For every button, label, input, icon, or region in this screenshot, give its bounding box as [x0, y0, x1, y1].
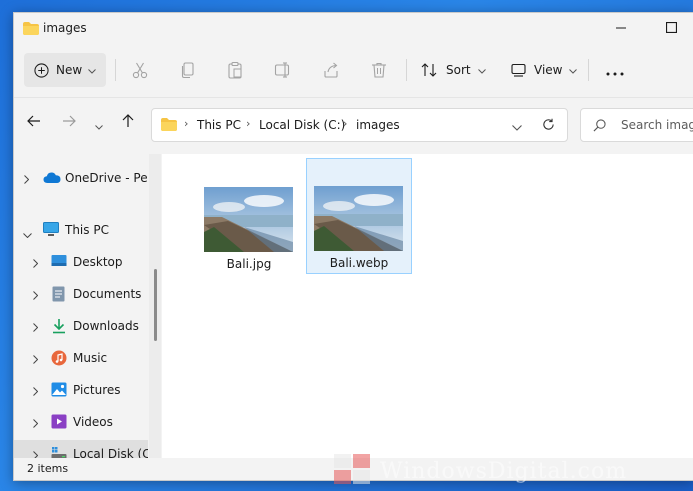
nav-item-onedrive[interactable]: OneDrive - Pers: [14, 164, 148, 192]
window-title: images: [43, 21, 87, 35]
breadcrumb-images[interactable]: images: [356, 118, 400, 132]
file-explorer-window: images New Sort View › This PC › Local D…: [13, 12, 693, 481]
watermark-text: WindowsDigital.com: [380, 459, 628, 484]
maximize-icon: [665, 21, 677, 36]
watermark: WindowsDigital.com: [332, 450, 690, 490]
view-button-label: View: [534, 63, 563, 77]
toolbar-divider: [588, 59, 589, 81]
toolbar-divider: [406, 59, 407, 81]
downloads-icon: [52, 318, 68, 334]
nav-item-music[interactable]: Music: [14, 344, 148, 372]
navigation-pane-scrollbar[interactable]: [149, 154, 161, 458]
navigation-row: › This PC › Local Disk (C:) › images Sea…: [14, 97, 693, 144]
nav-item-pictures[interactable]: Pictures: [14, 376, 148, 404]
plus-circle-icon: [34, 62, 49, 78]
nav-item-desktop[interactable]: Desktop: [14, 248, 148, 276]
sort-button-label: Sort: [446, 63, 471, 77]
minimize-button[interactable]: [598, 13, 644, 45]
breadcrumb-separator-icon: ›: [343, 117, 348, 130]
address-dropdown-icon[interactable]: [512, 120, 522, 134]
up-arrow-icon[interactable]: [122, 114, 134, 131]
copy-icon[interactable]: [179, 61, 197, 79]
minimize-icon: [616, 22, 626, 36]
maximize-button[interactable]: [648, 13, 693, 45]
chevron-right-icon[interactable]: [33, 385, 39, 399]
title-bar: images: [14, 13, 693, 45]
chevron-right-icon[interactable]: [33, 353, 39, 367]
breadcrumb-separator-icon: ›: [246, 117, 251, 130]
file-item-bali-jpg[interactable]: Bali.jpg: [196, 159, 302, 275]
nav-item-label: Videos: [73, 415, 113, 429]
sort-icon: [421, 62, 438, 78]
documents-icon: [52, 286, 68, 302]
view-icon: [511, 63, 526, 77]
videos-icon: [51, 414, 67, 430]
nav-item-videos[interactable]: Videos: [14, 408, 148, 436]
nav-item-label: OneDrive - Pers: [65, 171, 148, 185]
nav-item-label: Music: [73, 351, 108, 365]
pc-icon: [43, 222, 59, 238]
toolbar-divider: [115, 59, 116, 81]
file-name: Bali.webp: [329, 256, 389, 270]
command-bar: New Sort View: [14, 47, 693, 93]
chevron-right-icon[interactable]: [33, 289, 39, 303]
recent-locations-chevron-icon[interactable]: [95, 119, 103, 133]
chevron-right-icon[interactable]: [33, 321, 39, 335]
file-item-bali-webp[interactable]: Bali.webp: [306, 158, 412, 274]
address-bar[interactable]: › This PC › Local Disk (C:) › images: [151, 108, 568, 142]
paste-icon[interactable]: [226, 61, 244, 79]
nav-item-label: This PC: [65, 223, 109, 237]
file-list: Bali.jpg Bali.webp: [162, 154, 693, 458]
search-box[interactable]: Search images: [580, 108, 693, 142]
onedrive-icon: [43, 171, 61, 187]
desktop-icon: [51, 254, 67, 270]
image-thumbnail: [314, 186, 403, 251]
nav-item-label: Downloads: [73, 319, 139, 333]
breadcrumb-this-pc[interactable]: This PC: [197, 118, 241, 132]
rename-icon[interactable]: [274, 61, 292, 79]
search-input[interactable]: Search images: [621, 118, 693, 132]
more-options-icon[interactable]: [606, 65, 624, 79]
folder-icon: [23, 22, 39, 35]
sort-button[interactable]: Sort: [421, 53, 486, 87]
breadcrumb-separator-icon: ›: [184, 117, 189, 130]
chevron-down-icon: [477, 63, 486, 77]
nav-item-downloads[interactable]: Downloads: [14, 312, 148, 340]
item-count: 2 items: [27, 462, 69, 475]
nav-item-this-pc[interactable]: This PC: [14, 216, 148, 244]
nav-item-label: Pictures: [73, 383, 121, 397]
new-button[interactable]: New: [24, 53, 106, 87]
new-button-label: New: [56, 63, 83, 77]
chevron-down-icon: [569, 63, 578, 77]
navigation-pane: OneDrive - Pers This PC Desktop Document…: [14, 154, 148, 468]
nav-item-documents[interactable]: Documents: [14, 280, 148, 308]
scrollbar-thumb[interactable]: [154, 269, 157, 341]
share-icon[interactable]: [322, 61, 340, 79]
nav-item-label: Desktop: [73, 255, 123, 269]
view-button[interactable]: View: [511, 53, 578, 87]
back-arrow-icon[interactable]: [27, 115, 41, 130]
chevron-right-icon[interactable]: [33, 257, 39, 271]
pictures-icon: [51, 382, 67, 398]
image-thumbnail: [204, 187, 293, 252]
chevron-right-icon[interactable]: [33, 417, 39, 431]
nav-item-label: Documents: [73, 287, 142, 301]
refresh-icon[interactable]: [542, 118, 555, 134]
windows-logo-icon: [334, 454, 370, 484]
forward-arrow-icon[interactable]: [62, 115, 76, 130]
chevron-down-icon: [88, 63, 97, 77]
file-name: Bali.jpg: [226, 257, 272, 271]
search-icon: [593, 119, 606, 135]
breadcrumb-local-disk[interactable]: Local Disk (C:): [259, 118, 345, 132]
chevron-down-icon[interactable]: [23, 227, 32, 241]
chevron-right-icon[interactable]: [24, 173, 30, 187]
music-icon: [51, 350, 67, 366]
delete-icon[interactable]: [370, 61, 388, 79]
folder-icon: [161, 118, 177, 134]
cut-icon[interactable]: [131, 61, 149, 79]
